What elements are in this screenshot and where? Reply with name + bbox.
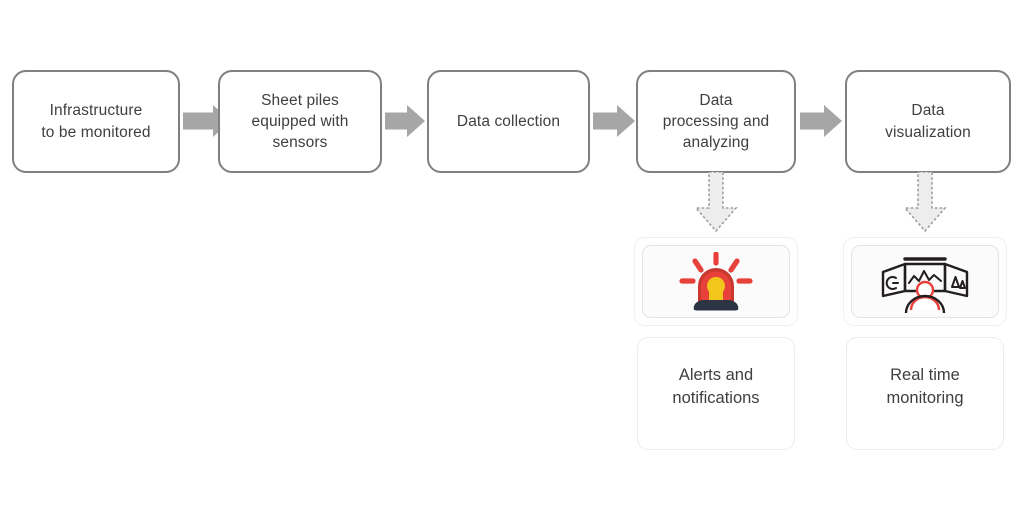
process-box-data-collection[interactable]: Data collection [427, 70, 590, 173]
arrow-shaft [385, 112, 407, 130]
flowchart-canvas: Infrastructure to be monitored Sheet pile… [0, 0, 1024, 516]
icon-card-realtime[interactable] [851, 245, 999, 318]
process-box-label: Sheet piles equipped with sensors [251, 91, 349, 152]
siren-alert-icon [668, 250, 764, 312]
branch-arrow-to-realtime [898, 172, 952, 234]
outcome-text-card-realtime[interactable]: Real time monitoring [846, 337, 1004, 450]
outcome-label: Alerts and notifications [672, 366, 760, 408]
process-box-sheet-piles[interactable]: Sheet piles equipped with sensors [218, 70, 382, 173]
arrow-shaft [183, 112, 213, 130]
control-room-monitoring-icon [869, 251, 981, 313]
arrow-shaft [593, 112, 617, 130]
process-box-data-visualization[interactable]: Data visualization [845, 70, 1011, 173]
flow-arrow-4 [800, 105, 842, 137]
arrow-head [824, 105, 842, 137]
outcome-text-card-alerts[interactable]: Alerts and notifications [637, 337, 795, 450]
process-box-label: Data collection [456, 112, 561, 130]
branch-arrow-to-alerts [689, 172, 743, 234]
process-box-label: Data processing and analyzing [662, 91, 770, 152]
flow-arrow-2 [385, 105, 425, 137]
outcome-label: Real time monitoring [886, 366, 964, 408]
arrow-shaft [800, 112, 824, 130]
arrow-head [617, 105, 635, 137]
flow-arrow-3 [593, 105, 635, 137]
arrow-head [407, 105, 425, 137]
process-box-label: Infrastructure to be monitored [41, 102, 151, 141]
icon-card-alerts[interactable] [642, 245, 790, 318]
process-box-infrastructure[interactable]: Infrastructure to be monitored [12, 70, 180, 173]
process-box-label: Data visualization [885, 102, 971, 141]
process-box-data-processing[interactable]: Data processing and analyzing [636, 70, 796, 173]
